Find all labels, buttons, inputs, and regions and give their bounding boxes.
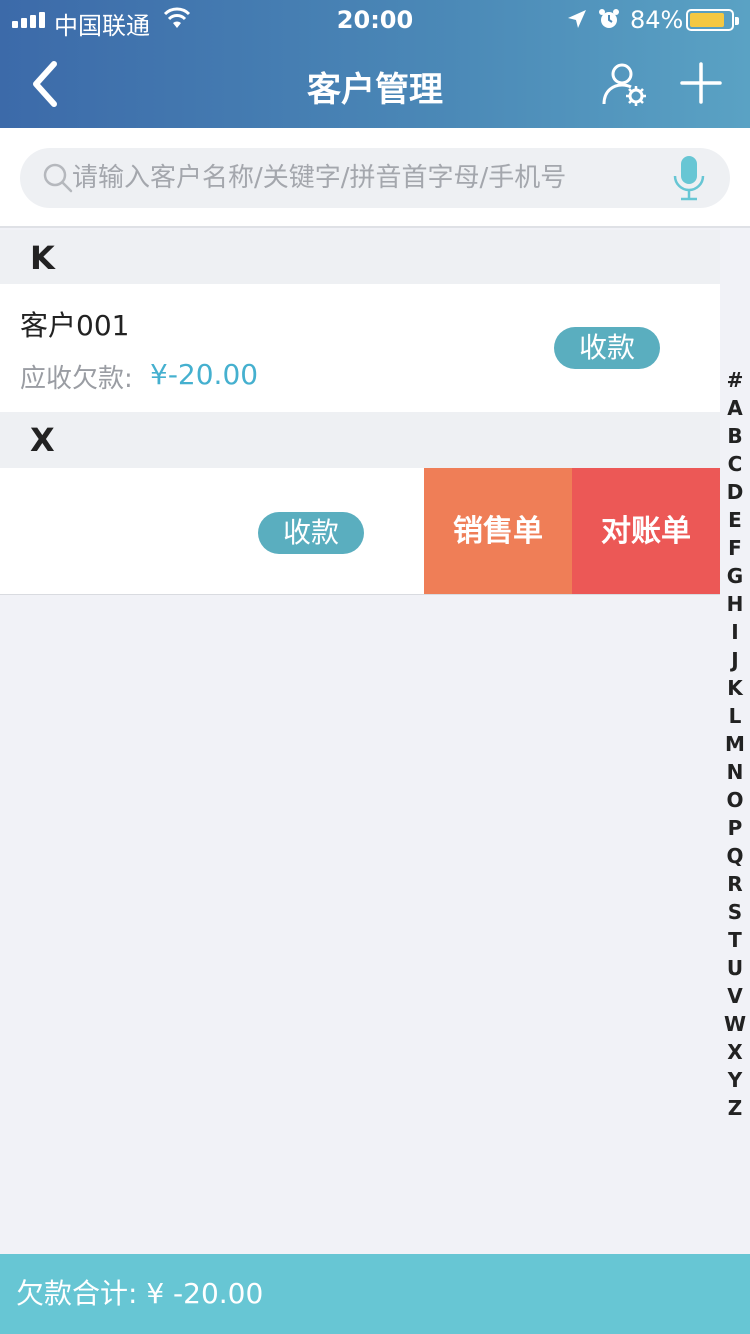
collect-payment-button[interactable]: 收款 — [258, 512, 364, 554]
index-letter[interactable]: L — [720, 702, 750, 730]
index-letter[interactable]: A — [720, 394, 750, 422]
index-letter[interactable]: P — [720, 814, 750, 842]
user-settings-icon — [602, 63, 646, 106]
alphabet-index-bar[interactable]: # A B C D E F G H I J K L M N O P Q R S T U V W X Y Z — [720, 366, 750, 1122]
index-letter[interactable]: D — [720, 478, 750, 506]
index-letter[interactable]: Z — [720, 1094, 750, 1122]
index-letter[interactable]: S — [720, 898, 750, 926]
debt-total-footer: 欠款合计: ¥ -20.00 — [0, 1254, 750, 1334]
add-customer-button[interactable] — [678, 60, 724, 106]
index-letter[interactable]: G — [720, 562, 750, 590]
plus-icon — [680, 62, 722, 104]
index-letter[interactable]: B — [720, 422, 750, 450]
index-letter[interactable]: N — [720, 758, 750, 786]
section-header-k: K — [0, 230, 720, 286]
index-letter[interactable]: U — [720, 954, 750, 982]
search-box[interactable] — [20, 148, 730, 208]
index-letter[interactable]: O — [720, 786, 750, 814]
battery-icon — [686, 9, 739, 31]
location-arrow-icon — [566, 8, 588, 36]
index-letter[interactable]: M — [720, 730, 750, 758]
index-letter[interactable]: # — [720, 366, 750, 394]
index-letter[interactable]: Y — [720, 1066, 750, 1094]
status-bar: 中国联通 20:00 84% — [0, 0, 750, 40]
section-header-x: X — [0, 412, 720, 468]
customer-row[interactable]: 客户001 应收欠款: ¥-20.00 收款 — [0, 284, 720, 412]
index-letter[interactable]: X — [720, 1038, 750, 1066]
index-letter[interactable]: W — [720, 1010, 750, 1038]
index-letter[interactable]: V — [720, 982, 750, 1010]
index-letter[interactable]: J — [720, 646, 750, 674]
search-input[interactable] — [72, 148, 662, 208]
battery-percent: 84% — [630, 6, 684, 34]
index-letter[interactable]: H — [720, 590, 750, 618]
debt-value: ¥-20.00 — [150, 358, 259, 391]
search-icon — [42, 162, 74, 194]
index-letter[interactable]: E — [720, 506, 750, 534]
index-letter[interactable]: C — [720, 450, 750, 478]
search-area — [0, 128, 750, 228]
customer-row-swiped[interactable]: 收款 销售单 对账单 — [0, 468, 720, 595]
index-letter[interactable]: Q — [720, 842, 750, 870]
index-letter[interactable]: I — [720, 618, 750, 646]
customer-name: 客户001 — [20, 309, 130, 342]
alarm-icon — [598, 8, 620, 36]
index-letter[interactable]: R — [720, 870, 750, 898]
collect-payment-button[interactable]: 收款 — [554, 327, 660, 369]
mic-icon[interactable] — [670, 154, 708, 202]
index-letter[interactable]: K — [720, 674, 750, 702]
index-letter[interactable]: T — [720, 926, 750, 954]
user-settings-button[interactable] — [600, 60, 648, 108]
header: 中国联通 20:00 84% 客户管理 — [0, 0, 750, 128]
reconciliation-button[interactable]: 对账单 — [572, 468, 720, 594]
debt-label: 应收欠款: — [20, 364, 133, 394]
index-letter[interactable]: F — [720, 534, 750, 562]
sales-order-button[interactable]: 销售单 — [424, 468, 572, 594]
